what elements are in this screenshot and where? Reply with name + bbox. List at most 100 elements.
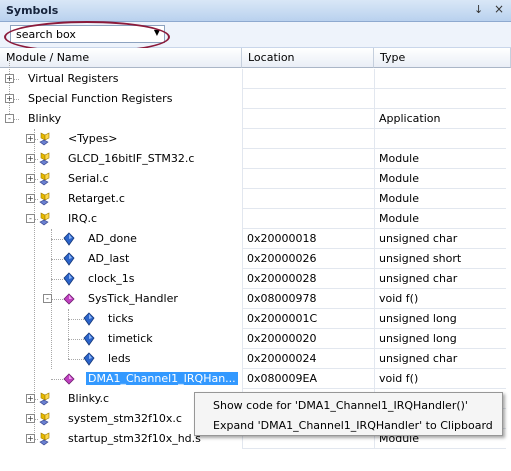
tree-row-ad-last[interactable]: AD_last 0x20000026 unsigned short [0, 249, 511, 269]
type-cell: void f() [374, 369, 506, 389]
type-value: Module [379, 212, 419, 225]
column-header-location[interactable]: Location [242, 48, 374, 68]
type-cell: Application [374, 109, 506, 129]
type-value: Module [379, 172, 419, 185]
expand-icon[interactable]: + [26, 394, 35, 403]
tree-row-clock-1s[interactable]: clock_1s 0x20000028 unsigned char [0, 269, 511, 289]
module-icon [38, 392, 52, 406]
name-cell: AD_done [0, 229, 242, 249]
location-cell: 0x2000001C [242, 309, 374, 329]
expand-icon[interactable]: + [26, 174, 35, 183]
type-cell [374, 69, 506, 89]
tree-row-timetick[interactable]: timetick 0x20000020 unsigned long [0, 329, 511, 349]
variable-icon [62, 272, 76, 286]
type-value: unsigned short [379, 252, 462, 265]
pin-icon[interactable]: ↓ [474, 3, 483, 16]
column-header-name[interactable]: Module / Name [0, 48, 242, 68]
type-cell [374, 89, 506, 109]
location-value: 0x20000028 [247, 272, 317, 285]
name-cell: - IRQ.c [0, 209, 242, 229]
location-value: 0x2000001C [247, 312, 318, 325]
variable-icon [62, 252, 76, 266]
tree-row-ticks[interactable]: ticks 0x2000001C unsigned long [0, 309, 511, 329]
collapse-icon[interactable]: - [26, 214, 35, 223]
type-value: Application [379, 112, 441, 125]
dropdown-arrow-icon[interactable]: ▼ [154, 28, 160, 37]
tree-row-special-function-registers[interactable]: + Special Function Registers [0, 89, 511, 109]
variable-icon [82, 312, 96, 326]
variable-icon [82, 352, 96, 366]
panel-title: Symbols [6, 4, 59, 17]
type-value: void f() [379, 372, 419, 385]
column-header-type-label: Type [380, 51, 406, 64]
expand-icon[interactable]: + [26, 414, 35, 423]
column-header-type[interactable]: Type [374, 48, 511, 68]
expand-icon[interactable]: + [26, 434, 35, 443]
type-value: unsigned long [379, 332, 457, 345]
type-value: unsigned char [379, 232, 458, 245]
tree-row-glcd-16bitif-stm32-c[interactable]: + GLCD_16bitIF_STM32.c Module [0, 149, 511, 169]
module-icon [38, 132, 52, 146]
location-cell [242, 189, 374, 209]
type-value: void f() [379, 292, 419, 305]
expand-icon[interactable]: + [26, 154, 35, 163]
name-cell: - Blinky [0, 109, 242, 129]
type-cell: Module [374, 209, 506, 229]
name-cell: AD_last [0, 249, 242, 269]
symbol-name: Retarget.c [68, 192, 125, 205]
expand-icon[interactable]: + [26, 194, 35, 203]
menu-item-show-code[interactable]: Show code for 'DMA1_Channel1_IRQHandler(… [213, 399, 468, 412]
name-cell: + Virtual Registers [0, 69, 242, 89]
tree-row-types[interactable]: + <Types> [0, 129, 511, 149]
type-cell: unsigned short [374, 249, 506, 269]
expand-icon[interactable]: + [5, 94, 14, 103]
tree-row-irq-c[interactable]: - IRQ.c Module [0, 209, 511, 229]
tree-row-retarget-c[interactable]: + Retarget.c Module [0, 189, 511, 209]
location-value: 0x20000018 [247, 232, 317, 245]
location-cell: 0x20000020 [242, 329, 374, 349]
location-cell [242, 149, 374, 169]
variable-icon [62, 232, 76, 246]
expand-icon[interactable]: + [5, 74, 14, 83]
column-header-name-label: Module / Name [6, 51, 90, 64]
symbol-name: DMA1_Channel1_IRQHan... [86, 372, 238, 385]
tree-row-leds[interactable]: leds 0x20000024 unsigned char [0, 349, 511, 369]
symbol-name: ticks [108, 312, 134, 325]
location-cell: 0x20000028 [242, 269, 374, 289]
type-value: unsigned long [379, 312, 457, 325]
search-combobox[interactable]: search box ▼ [10, 25, 165, 43]
name-cell: + Retarget.c [0, 189, 242, 209]
type-value: Module [379, 152, 419, 165]
collapse-icon[interactable]: - [5, 114, 14, 123]
type-value: unsigned char [379, 352, 458, 365]
tree-row-blinky[interactable]: - Blinky Application [0, 109, 511, 129]
menu-item-expand-to-clipboard[interactable]: Expand 'DMA1_Channel1_IRQHandler' to Cli… [213, 419, 493, 432]
tree-row-dma1-channel1-irqhan[interactable]: DMA1_Channel1_IRQHan... 0x080009EA void f(… [0, 369, 511, 389]
type-cell: Module [374, 189, 506, 209]
location-cell: 0x20000026 [242, 249, 374, 269]
close-icon[interactable]: × [494, 2, 504, 16]
type-value: unsigned char [379, 272, 458, 285]
location-cell [242, 129, 374, 149]
location-cell [242, 89, 374, 109]
search-input[interactable]: search box [16, 28, 76, 41]
name-cell: + GLCD_16bitIF_STM32.c [0, 149, 242, 169]
symbol-name: startup_stm32f10x_hd.s [68, 432, 201, 445]
tree-row-virtual-registers[interactable]: + Virtual Registers [0, 69, 511, 89]
location-value: 0x08000978 [247, 292, 317, 305]
type-cell: unsigned char [374, 269, 506, 289]
type-cell: unsigned char [374, 229, 506, 249]
variable-icon [82, 332, 96, 346]
tree-row-serial-c[interactable]: + Serial.c Module [0, 169, 511, 189]
location-cell [242, 209, 374, 229]
module-icon [38, 212, 52, 226]
expand-icon[interactable]: + [26, 134, 35, 143]
name-cell: timetick [0, 329, 242, 349]
tree-row-ad-done[interactable]: AD_done 0x20000018 unsigned char [0, 229, 511, 249]
function-icon [62, 292, 76, 306]
name-cell: - SysTick_Handler [0, 289, 242, 309]
name-cell: leds [0, 349, 242, 369]
function-icon [62, 372, 76, 386]
collapse-icon[interactable]: - [43, 294, 52, 303]
tree-row-systick-handler[interactable]: - SysTick_Handler 0x08000978 void f() [0, 289, 511, 309]
